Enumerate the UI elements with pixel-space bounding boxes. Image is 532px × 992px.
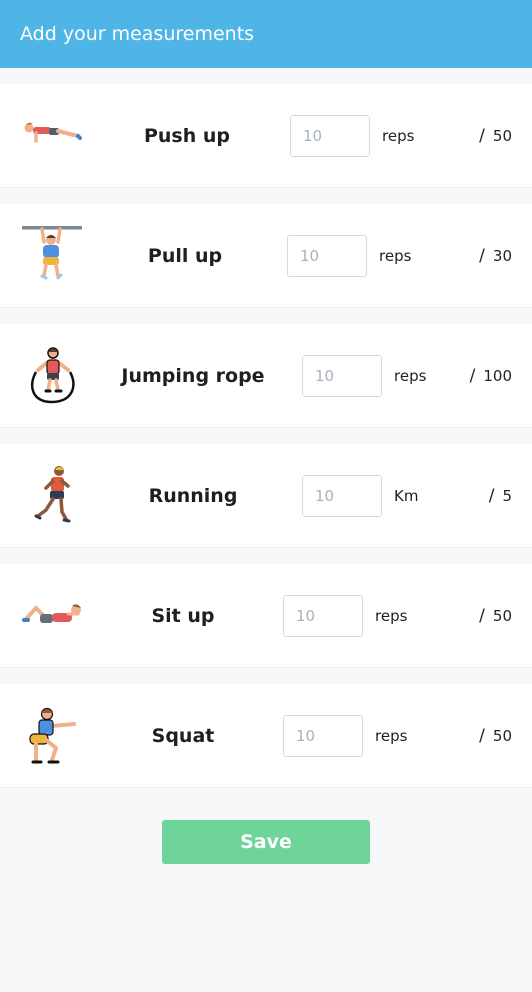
exercise-name: Jumping rope (121, 364, 265, 387)
sit-up-icon (20, 584, 84, 648)
max-number: 5 (502, 486, 512, 505)
pull-up-input[interactable] (287, 234, 367, 277)
exercise-name: Sit up (151, 604, 215, 627)
exercise-card-sit-up: Sit up reps / 50 (0, 564, 532, 668)
unit-label: reps (375, 726, 408, 745)
unit-label: reps (379, 246, 412, 265)
running-input[interactable] (302, 474, 382, 517)
separator: / (488, 485, 495, 506)
exercise-name: Running (148, 484, 238, 507)
exercise-name: Push up (143, 124, 231, 147)
max-number: 50 (492, 126, 512, 145)
max-number: 100 (483, 366, 512, 385)
app-header: Add your measurements (0, 0, 532, 68)
exercise-card-jumping-rope: Jumping rope reps / 100 (0, 324, 532, 428)
max-value: /5 (489, 486, 512, 506)
exercise-card-push-up: Push up reps / 50 (0, 84, 532, 188)
unit-label: Km (394, 486, 419, 505)
squat-input[interactable] (283, 714, 363, 757)
separator: / (469, 365, 476, 386)
exercise-name: Pull up (147, 244, 223, 267)
separator: / (479, 125, 485, 146)
jumping-rope-icon (22, 344, 86, 408)
exercise-card-squat: Squat reps / 50 (0, 684, 532, 788)
page-title: Add your measurements (20, 23, 255, 45)
exercise-card-running: Running Km /5 (0, 444, 532, 548)
squat-icon (22, 704, 86, 768)
unit-label: reps (375, 606, 408, 625)
exercise-list: Push up reps / 50 Pull up reps / 30 (0, 68, 532, 788)
max-number: 50 (492, 726, 512, 745)
unit-label: reps (394, 366, 427, 385)
max-value: / 50 (479, 126, 512, 146)
save-button[interactable]: Save (162, 820, 370, 864)
save-container: Save (0, 804, 532, 864)
max-value: / 100 (470, 366, 512, 386)
max-value: / 30 (479, 246, 512, 266)
separator: / (479, 245, 485, 266)
max-number: 50 (492, 606, 512, 625)
push-up-input[interactable] (290, 114, 370, 157)
unit-label: reps (382, 126, 415, 145)
exercise-name: Squat (151, 724, 215, 747)
max-value: / 50 (479, 606, 512, 626)
sit-up-input[interactable] (283, 594, 363, 637)
pull-up-icon (20, 224, 84, 288)
max-value: / 50 (479, 726, 512, 746)
max-number: 30 (492, 246, 512, 265)
exercise-card-pull-up: Pull up reps / 30 (0, 204, 532, 308)
push-up-icon (18, 104, 82, 168)
jumping-rope-input[interactable] (302, 354, 382, 397)
separator: / (479, 725, 485, 746)
running-icon (24, 464, 88, 528)
separator: / (479, 605, 485, 626)
